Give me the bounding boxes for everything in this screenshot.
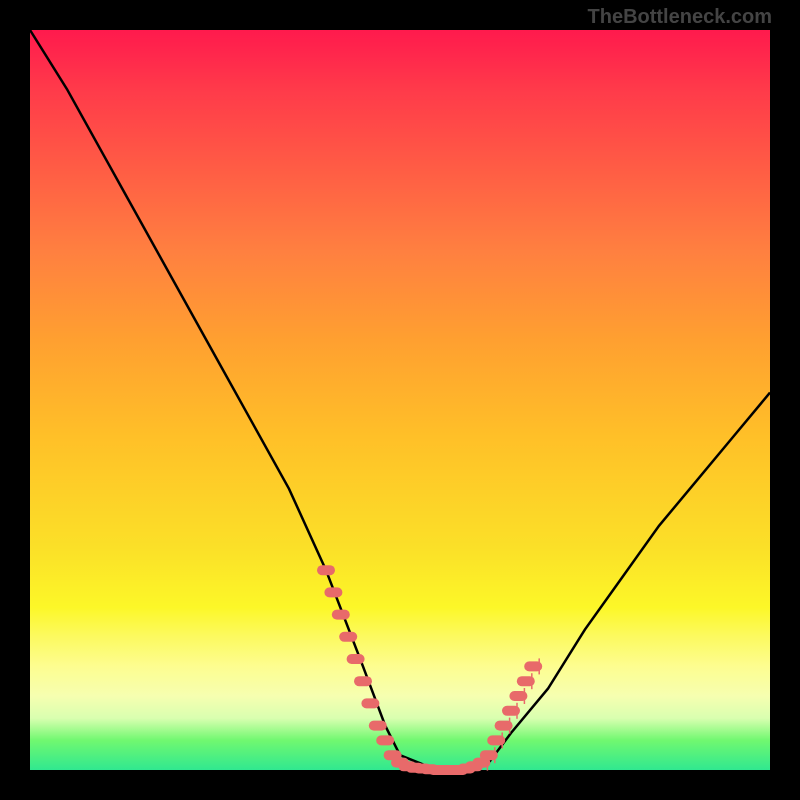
data-marker [332, 610, 350, 620]
chart-svg [30, 30, 770, 770]
watermark-text: TheBottleneck.com [588, 6, 772, 29]
data-marker [339, 632, 357, 642]
chart-container: TheBottleneck.com [0, 0, 800, 800]
data-marker [317, 565, 335, 575]
data-marker [347, 654, 365, 664]
data-marker [361, 698, 379, 708]
data-marker [324, 587, 342, 597]
data-marker [376, 735, 394, 745]
main-curve-path [30, 30, 770, 770]
data-marker [369, 721, 387, 731]
marker-group [317, 565, 542, 775]
plot-area [30, 30, 770, 770]
curve-line [30, 30, 770, 770]
data-marker [354, 676, 372, 686]
